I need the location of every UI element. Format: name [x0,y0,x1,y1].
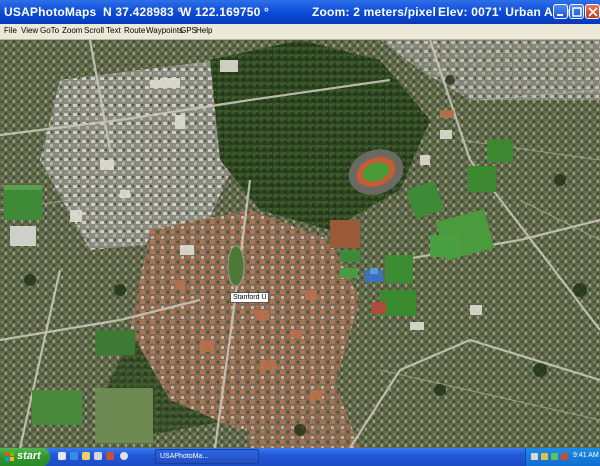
maximize-icon [572,7,582,17]
menu-waypoints[interactable]: Waypoints [146,26,183,35]
menu-scroll[interactable]: Scroll [84,26,104,35]
close-button[interactable] [585,4,600,19]
elevation-readout: Elev: 0071' Urban Area [438,5,572,19]
security-icon[interactable] [551,453,558,460]
network-icon[interactable] [531,453,538,460]
quicklaunch-app-icon[interactable] [94,452,102,460]
menu-help[interactable]: Help [196,26,212,35]
menu-zoom[interactable]: Zoom [62,26,82,35]
menu-file[interactable]: File [4,26,17,35]
quicklaunch-folder-icon[interactable] [82,452,90,460]
quicklaunch-browser-icon[interactable] [70,452,78,460]
clock[interactable]: 9:41 AM [573,452,599,459]
volume-icon[interactable] [541,453,548,460]
start-button[interactable]: start [0,448,50,466]
taskbar-app-button[interactable]: USAPhotoMa... [155,449,259,464]
app-title: USAPhotoMaps [4,5,97,19]
maximize-button[interactable] [569,4,584,19]
menu-bar: File View GoTo Zoom Scroll Text Route Wa… [0,24,600,40]
menu-goto[interactable]: GoTo [40,26,59,35]
aerial-map-view[interactable]: Stanford U [0,40,600,448]
taskbar: start USAPhotoMa... 9:41 AM [0,448,600,466]
quicklaunch-media-icon[interactable] [106,452,114,460]
menu-text[interactable]: Text [106,26,121,35]
quicklaunch-search-icon[interactable] [120,452,128,460]
close-icon [588,7,598,17]
start-label: start [17,450,41,462]
minimize-button[interactable] [553,4,568,19]
longitude-readout: W 122.169750 ° [180,5,269,19]
taskbar-app-label: USAPhotoMa... [160,453,209,460]
map-place-label[interactable]: Stanford U [230,292,270,303]
alert-icon[interactable] [561,453,568,460]
menu-gps[interactable]: GPS [180,26,197,35]
aerial-photo [0,40,600,448]
minimize-icon [557,14,563,16]
quicklaunch-desktop-icon[interactable] [58,452,66,460]
menu-route[interactable]: Route [124,26,145,35]
menu-view[interactable]: View [21,26,38,35]
zoom-readout: Zoom: 2 meters/pixel [312,5,437,19]
windows-flag-icon [5,452,14,461]
title-bar: USAPhotoMaps N 37.428983 ° W 122.169750 … [0,0,600,24]
system-tray: 9:41 AM [525,448,600,466]
latitude-readout: N 37.428983 ° [103,5,183,19]
